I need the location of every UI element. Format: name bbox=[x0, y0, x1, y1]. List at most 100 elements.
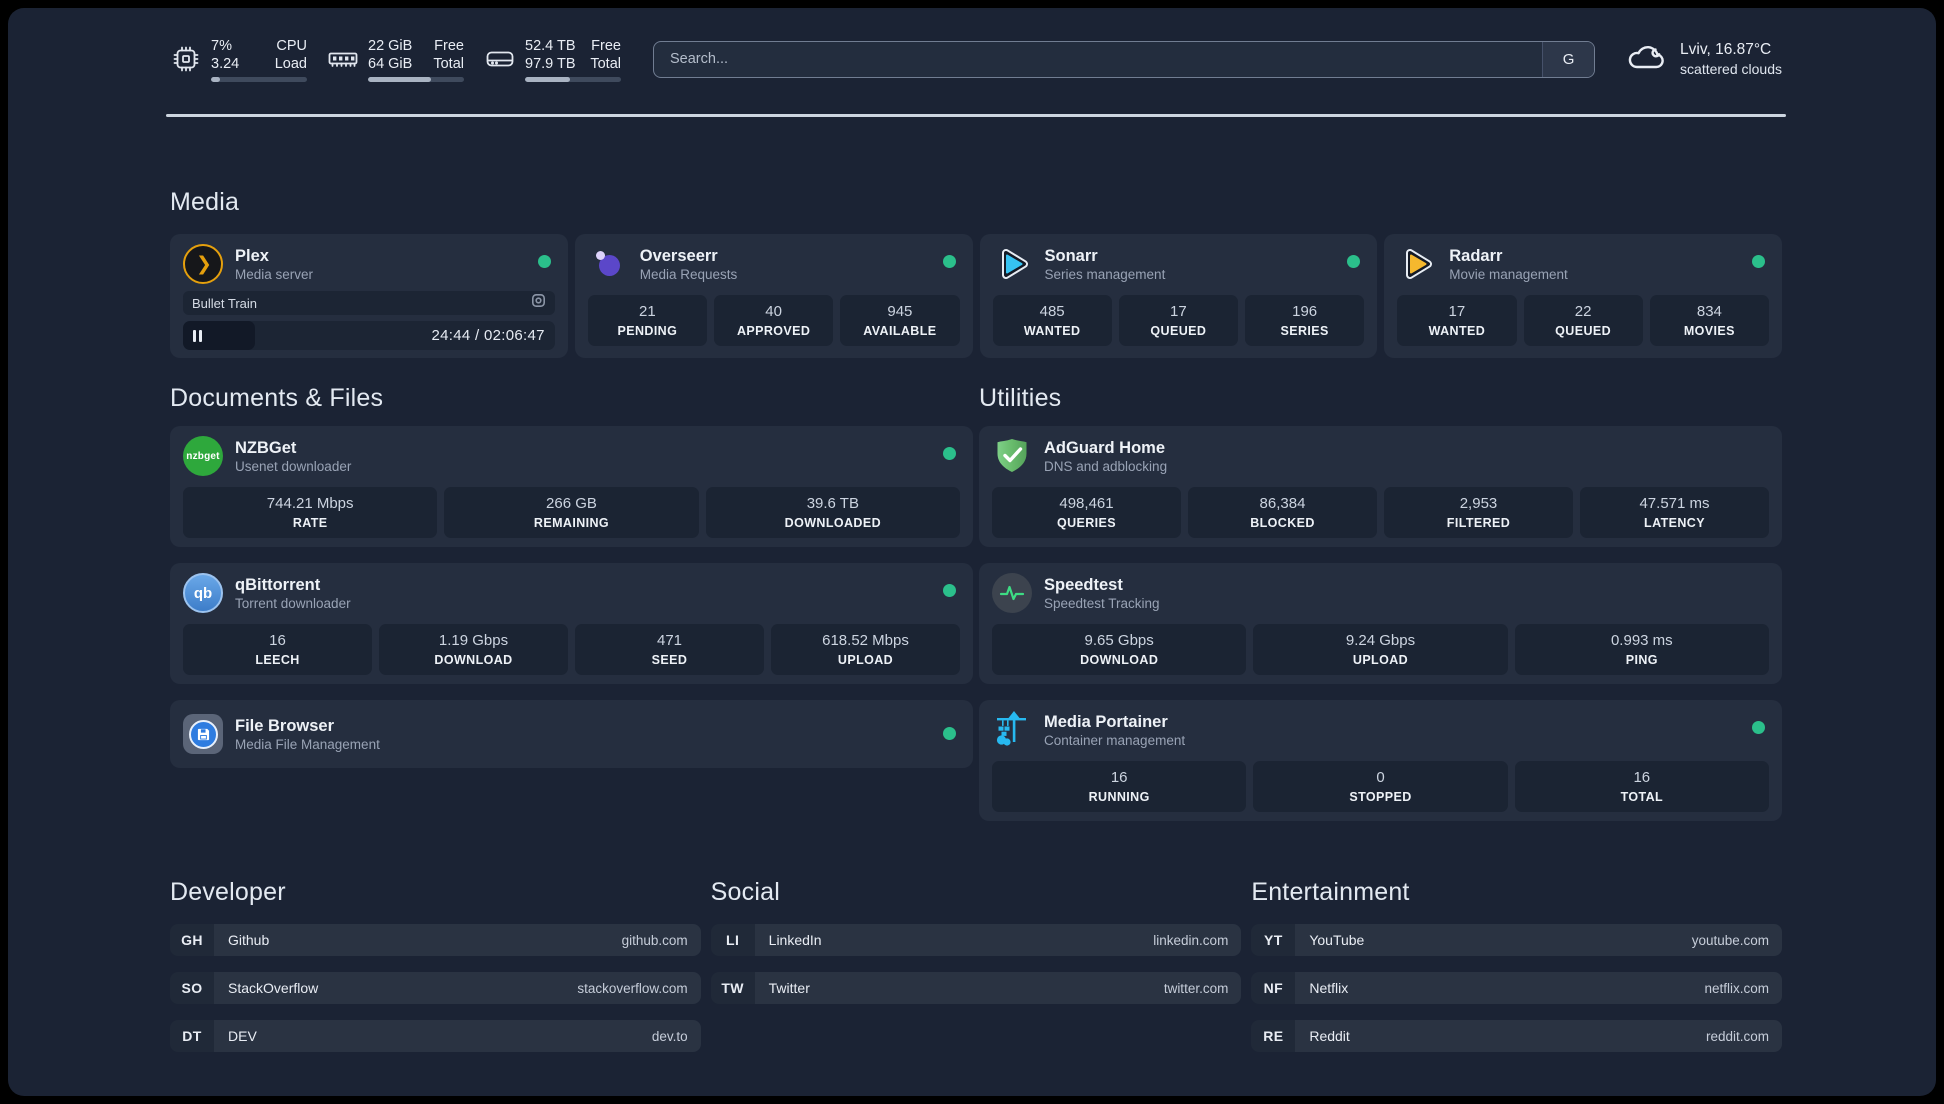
cpu-stat: 7% CPU 3.24 Load bbox=[170, 37, 307, 82]
stat-tile: 945 AVAILABLE bbox=[840, 295, 960, 346]
bookmark-reddit[interactable]: RE Reddit reddit.com bbox=[1251, 1020, 1782, 1052]
card-plex[interactable]: ❯ Plex Media server Bullet Train 24:44 /… bbox=[170, 234, 568, 358]
status-dot bbox=[1752, 721, 1765, 734]
bookmark-youtube[interactable]: YT YouTube youtube.com bbox=[1251, 924, 1782, 956]
card-nzbget[interactable]: nzbget NZBGet Usenet downloader 744.21 M… bbox=[170, 426, 973, 547]
card-title: Overseerr bbox=[639, 246, 718, 265]
memory-stat: 22 GiB Free 64 GiB Total bbox=[327, 37, 464, 82]
card-radarr[interactable]: Radarr Movie management 17 WANTED 22 QUEUE… bbox=[1384, 234, 1782, 358]
nzbget-icon: nzbget bbox=[183, 436, 223, 476]
speedtest-icon bbox=[992, 573, 1032, 613]
bookmark-url: netflix.com bbox=[1704, 980, 1769, 996]
disk-free-value: 52.4 TB bbox=[525, 37, 576, 54]
bookmark-netflix[interactable]: NF Netflix netflix.com bbox=[1251, 972, 1782, 1004]
card-overseerr[interactable]: Overseerr Media Requests 21 PENDING 40 APP… bbox=[574, 234, 973, 358]
card-subtitle: Usenet downloader bbox=[235, 458, 352, 474]
bookmark-name: Twitter bbox=[768, 980, 810, 996]
card-title: AdGuard Home bbox=[1044, 438, 1166, 457]
card-title: qBittorrent bbox=[235, 575, 321, 594]
memory-free-value: 22 GiB bbox=[368, 37, 413, 54]
plex-icon: ❯ bbox=[183, 244, 223, 284]
stat-tile: 744.21 Mbps RATE bbox=[183, 487, 438, 538]
bookmark-url: dev.to bbox=[651, 1028, 688, 1044]
stat-tile: 47.571 ms LATENCY bbox=[1580, 487, 1769, 538]
section-title-social: Social bbox=[710, 878, 780, 906]
disk-free-label: Free bbox=[591, 37, 621, 54]
bookmark-linkedin[interactable]: LI LinkedIn linkedin.com bbox=[710, 924, 1242, 956]
bookmark-abbr: TW bbox=[710, 972, 755, 1004]
stat-tile: 40 APPROVED bbox=[714, 295, 834, 346]
card-title: NZBGet bbox=[235, 438, 297, 457]
cpu-icon bbox=[170, 43, 202, 75]
status-dot bbox=[943, 584, 956, 597]
card-subtitle: Series management bbox=[1044, 266, 1166, 282]
radarr-icon bbox=[1397, 244, 1437, 284]
card-subtitle: DNS and adblocking bbox=[1044, 458, 1168, 474]
status-dot bbox=[537, 255, 551, 268]
weather-location-temp: Lviv, 16.87°C bbox=[1680, 41, 1772, 58]
stat-tile: 21 PENDING bbox=[587, 295, 707, 346]
section-documents: Documents & Files nzbget NZBGet Usenet d… bbox=[170, 382, 973, 821]
stat-tile: 16 RUNNING bbox=[992, 761, 1247, 812]
card-portainer[interactable]: Media Portainer Container management 16 R… bbox=[979, 700, 1782, 821]
cpu-label: CPU bbox=[276, 37, 307, 54]
stat-tile: 2,953 FILTERED bbox=[1384, 487, 1573, 538]
card-title: Media Portainer bbox=[1044, 712, 1168, 731]
stat-tile: 16 TOTAL bbox=[1514, 761, 1769, 812]
weather-widget: Lviv, 16.87°C scattered clouds bbox=[1625, 40, 1782, 78]
bookmark-twitter[interactable]: TW Twitter twitter.com bbox=[710, 972, 1242, 1004]
cloud-icon bbox=[1625, 41, 1667, 78]
bookmark-abbr: RE bbox=[1251, 1020, 1296, 1052]
stat-tile: 0 STOPPED bbox=[1253, 761, 1508, 812]
bookmark-abbr: LI bbox=[710, 924, 755, 956]
memory-total-label: Total bbox=[433, 55, 464, 72]
search-provider-button[interactable]: G bbox=[1542, 41, 1595, 77]
stat-tile: 834 MOVIES bbox=[1649, 295, 1769, 346]
dashboard-screen: 7% CPU 3.24 Load 22 GiB Free 64 GiB Total bbox=[0, 0, 1944, 1104]
card-adguard[interactable]: AdGuard Home DNS and adblocking 498,461 Q… bbox=[979, 426, 1782, 547]
bookmark-name: Github bbox=[228, 932, 270, 948]
bookmark-abbr: GH bbox=[170, 924, 214, 956]
bookmark-abbr: YT bbox=[1251, 924, 1296, 956]
bookmark-stackoverflow[interactable]: SO StackOverflow stackoverflow.com bbox=[170, 972, 701, 1004]
weather-condition: scattered clouds bbox=[1680, 61, 1782, 77]
status-dot bbox=[943, 727, 956, 740]
sonarr-icon bbox=[993, 244, 1033, 284]
card-speedtest[interactable]: Speedtest Speedtest Tracking 9.65 Gbps DO… bbox=[979, 563, 1782, 684]
search-input[interactable] bbox=[654, 41, 1543, 77]
search-bar: G bbox=[653, 40, 1596, 78]
bookmark-github[interactable]: GH Github github.com bbox=[170, 924, 701, 956]
cast-icon bbox=[531, 293, 546, 313]
bookmark-dev[interactable]: DT DEV dev.to bbox=[170, 1020, 701, 1052]
pause-icon bbox=[193, 329, 202, 342]
card-title: File Browser bbox=[235, 716, 335, 735]
bookmark-url: youtube.com bbox=[1691, 932, 1769, 948]
card-subtitle: Movie management bbox=[1449, 266, 1568, 282]
bookmark-name: YouTube bbox=[1309, 932, 1365, 948]
card-qbittorrent[interactable]: qb qBittorrent Torrent downloader 16 LEEC… bbox=[170, 563, 973, 684]
homepage-dashboard: 7% CPU 3.24 Load 22 GiB Free 64 GiB Total bbox=[8, 8, 1936, 1096]
filebrowser-icon bbox=[183, 714, 223, 754]
now-playing-title: Bullet Train bbox=[192, 295, 258, 311]
bookmark-url: twitter.com bbox=[1163, 980, 1229, 996]
stat-tile: 17 QUEUED bbox=[1118, 295, 1238, 346]
card-filebrowser[interactable]: File Browser Media File Management bbox=[170, 700, 973, 768]
card-subtitle: Container management bbox=[1044, 732, 1186, 748]
card-title: Plex bbox=[235, 246, 269, 265]
card-sonarr[interactable]: Sonarr Series management 485 WANTED 17 QUE… bbox=[979, 234, 1378, 358]
bookmark-name: StackOverflow bbox=[228, 980, 319, 996]
disk-icon bbox=[484, 43, 516, 75]
bookmark-name: Netflix bbox=[1309, 980, 1349, 996]
bookmark-url: stackoverflow.com bbox=[577, 980, 688, 996]
bookmark-abbr: NF bbox=[1251, 972, 1296, 1004]
card-title: Sonarr bbox=[1044, 246, 1098, 265]
section-utilities: Utilities AdGuard Home DNS and adblockin… bbox=[979, 382, 1782, 821]
stat-tile: 0.993 ms PING bbox=[1514, 624, 1769, 675]
cpu-load-label: Load bbox=[274, 55, 307, 72]
card-title: Speedtest bbox=[1044, 575, 1123, 594]
disk-total-value: 97.9 TB bbox=[525, 55, 576, 72]
bookmark-group-social: Social LI LinkedIn linkedin.com TW Twitte… bbox=[710, 876, 1242, 1052]
stat-tile: 86,384 BLOCKED bbox=[1188, 487, 1377, 538]
bookmark-url: github.com bbox=[621, 932, 688, 948]
disk-total-label: Total bbox=[590, 55, 621, 72]
